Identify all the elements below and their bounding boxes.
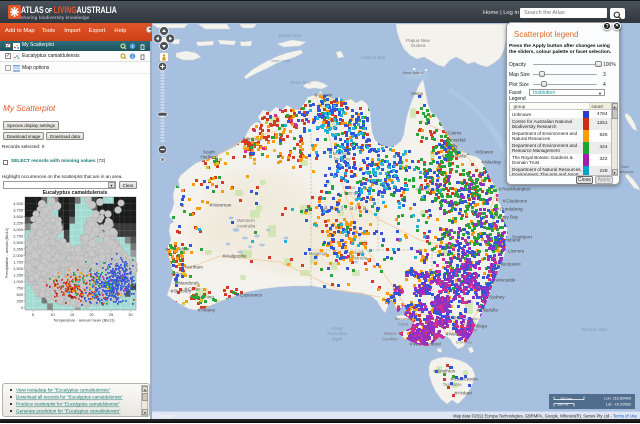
svg-text:5: 5	[32, 312, 34, 317]
svg-text:Gambier: Gambier	[382, 336, 399, 341]
svg-text:3,750: 3,750	[13, 207, 24, 212]
svg-text:Northam: Northam	[185, 265, 203, 270]
svg-text:20: 20	[89, 312, 94, 317]
svg-text:i: i	[132, 54, 133, 59]
svg-text:Cairns: Cairns	[448, 131, 462, 136]
svg-text:2,750: 2,750	[13, 233, 24, 238]
svg-text:Southport: Southport	[512, 235, 533, 240]
svg-text:Map data ©2012 Europa Technolo: Map data ©2012 Europa Technologies, GBRM…	[453, 413, 638, 418]
svg-text:3,500: 3,500	[13, 214, 24, 219]
svg-text:Arafura Sea: Arafura Sea	[360, 55, 386, 60]
svg-text:2,000: 2,000	[13, 253, 24, 258]
svg-text:Lat: -10.29992: Lat: -10.29992	[606, 402, 631, 407]
svg-text:25: 25	[109, 312, 113, 317]
svg-text:Maralinga: Maralinga	[309, 251, 328, 256]
svg-text:New: New	[621, 165, 629, 169]
svg-text:Island: Island	[398, 322, 408, 326]
svg-text:Gladstone: Gladstone	[506, 199, 527, 204]
svg-text:Download all records for "Euca: Download all records for "Eucalyptus cam…	[16, 395, 123, 400]
svg-text:4,000: 4,000	[13, 201, 24, 206]
svg-text:Precipitation - annual (Bio12): Precipitation - annual (Bio12)	[4, 227, 9, 278]
svg-text:Bight: Bight	[332, 336, 343, 341]
svg-text:Mackay: Mackay	[485, 160, 502, 165]
svg-text:Lismore: Lismore	[508, 249, 525, 254]
svg-text:Generate prediction for "Eucal: Generate prediction for "Eucalyptus cama…	[16, 409, 121, 414]
svg-text:Hobart: Hobart	[458, 391, 473, 396]
svg-text:Rockhampton: Rockhampton	[502, 187, 531, 192]
svg-text:Mandurah: Mandurah	[178, 281, 199, 286]
svg-text:3,000: 3,000	[13, 227, 24, 232]
svg-text:Bowen: Bowen	[479, 150, 493, 155]
svg-text:Guinea: Guinea	[411, 43, 426, 48]
svg-text:Western: Western	[237, 218, 255, 224]
svg-text:2,500: 2,500	[13, 240, 24, 245]
svg-text:1,000: 1,000	[13, 279, 24, 284]
svg-text:Tasman Sea: Tasman Sea	[581, 327, 607, 332]
svg-text:Smithton: Smithton	[437, 369, 456, 374]
svg-text:Kalgoorlie: Kalgoorlie	[226, 254, 247, 259]
svg-text:Bega: Bega	[476, 324, 487, 329]
svg-text:2,250: 2,250	[13, 246, 24, 251]
svg-text:Produce scatterplot for "Eucal: Produce scatterplot for "Eucalyptus cama…	[16, 402, 120, 407]
svg-text:750: 750	[17, 285, 24, 290]
svg-text:Innisfail: Innisfail	[450, 138, 466, 143]
svg-text:100 mi: 100 mi	[557, 403, 569, 407]
svg-text:15: 15	[70, 312, 74, 317]
svg-text:Newcastle: Newcastle	[494, 278, 516, 283]
svg-text:Timor Leste: Timor Leste	[269, 58, 291, 63]
svg-text:View metadata for "Eucalyptus: View metadata for "Eucalyptus camaldulen…	[16, 388, 111, 393]
svg-text:500: 500	[17, 292, 24, 297]
svg-text:Esperance: Esperance	[240, 293, 262, 298]
svg-text:Lon: 112.86469: Lon: 112.86469	[604, 396, 631, 401]
svg-text:1,500: 1,500	[13, 266, 24, 271]
svg-text:Sydney: Sydney	[489, 295, 505, 300]
svg-text:i: i	[132, 44, 133, 49]
svg-text:250: 250	[17, 298, 24, 303]
svg-text:30: 30	[128, 312, 133, 317]
svg-text:Horn Island: Horn Island	[403, 70, 424, 75]
svg-text:1,250: 1,250	[13, 272, 24, 277]
svg-text:Mount: Mount	[384, 331, 396, 336]
svg-text:3,250: 3,250	[13, 220, 24, 225]
svg-text:10: 10	[50, 312, 55, 317]
svg-text:0: 0	[21, 305, 24, 310]
svg-text:Australia: Australia	[237, 223, 256, 229]
svg-text:Timor Sea: Timor Sea	[289, 80, 311, 85]
svg-text:Macquarie: Macquarie	[499, 262, 521, 267]
svg-text:1,750: 1,750	[13, 259, 24, 264]
svg-text:200 km: 200 km	[560, 397, 572, 401]
svg-text:Temperature - annual mean (Bio: Temperature - annual mean (Bio11)	[53, 318, 115, 323]
svg-text:Banda Sea: Banda Sea	[279, 33, 302, 38]
svg-text:Newman: Newman	[213, 203, 232, 208]
